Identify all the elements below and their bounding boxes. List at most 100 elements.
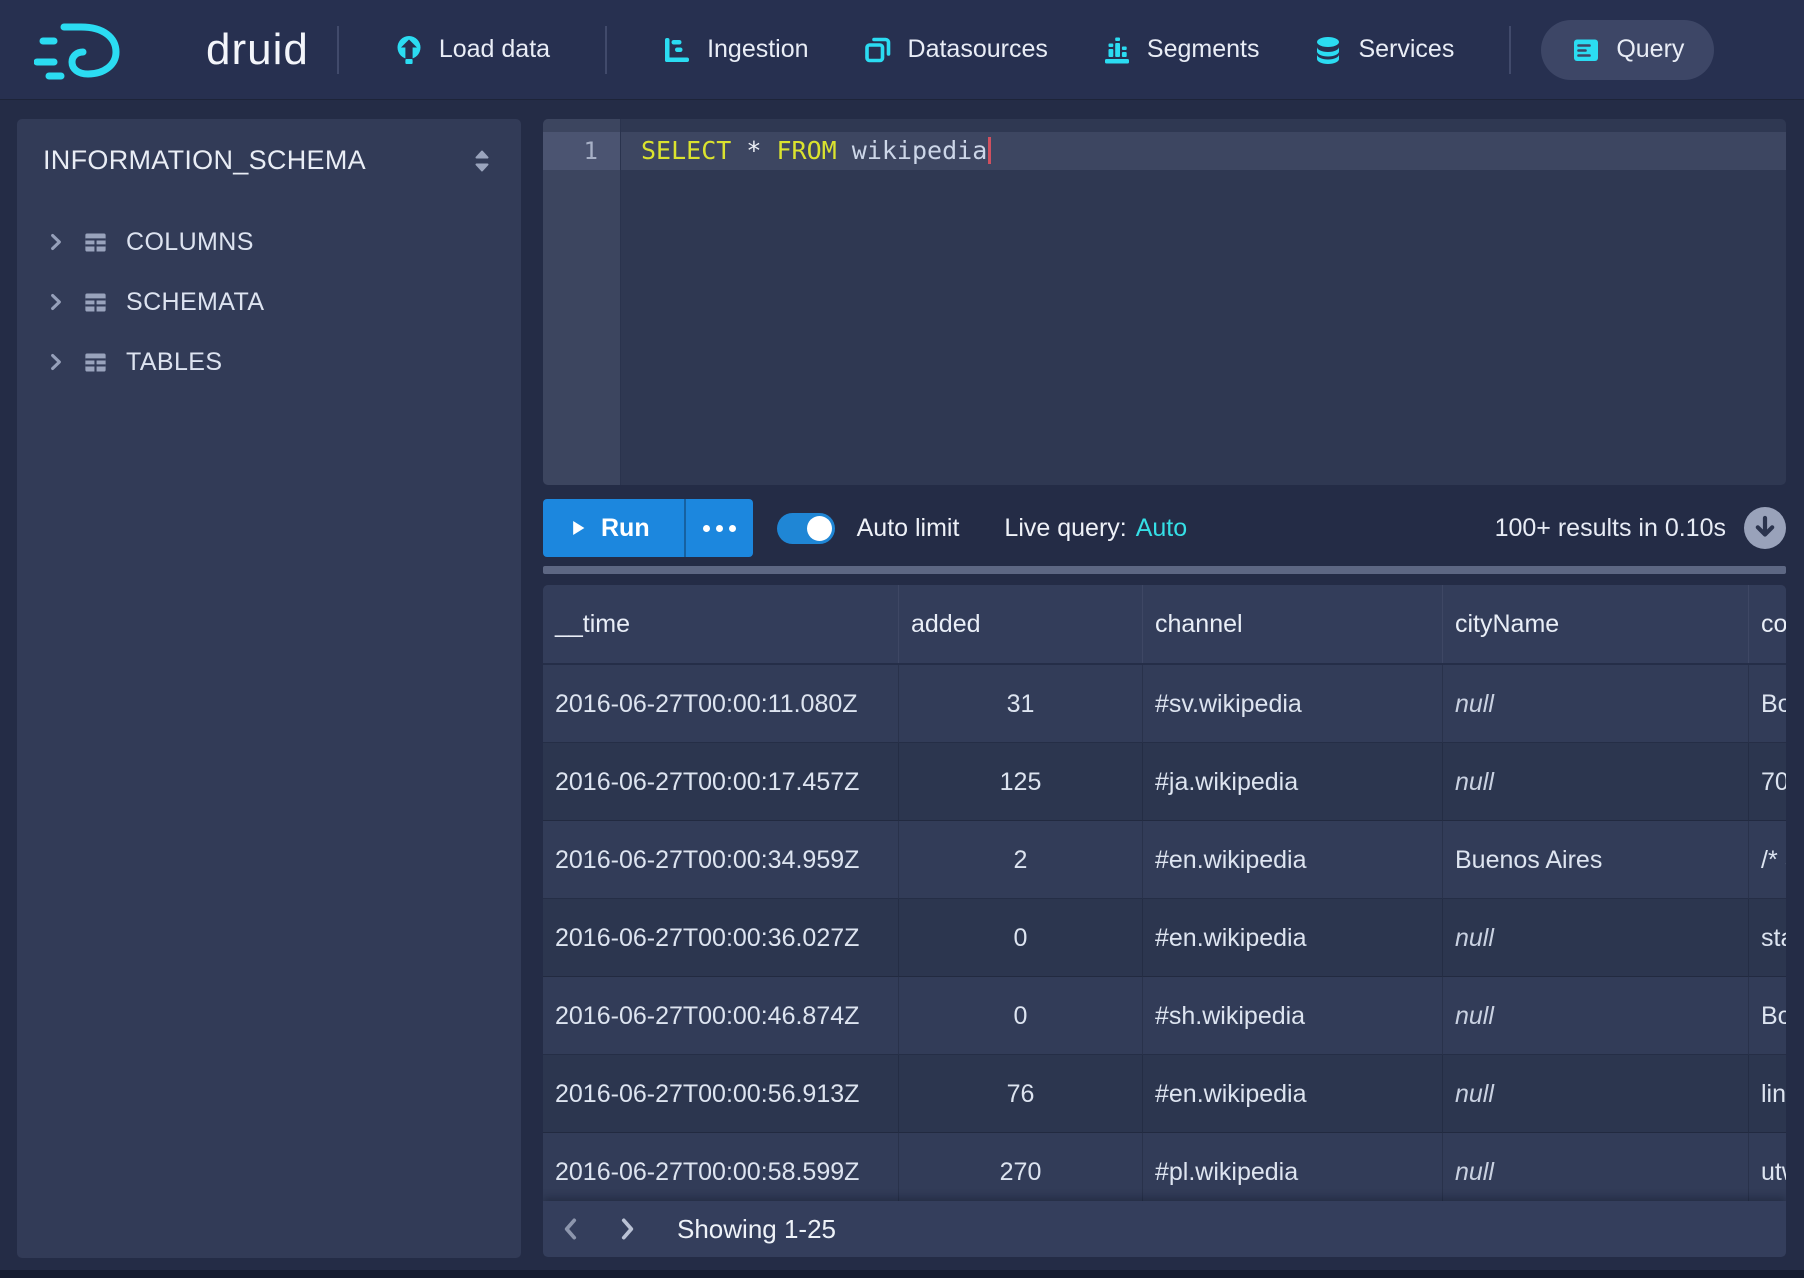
cell-comment[interactable]: Bot (1749, 665, 1786, 743)
nav-label: Load data (439, 35, 550, 64)
more-options-button[interactable] (684, 499, 753, 557)
cell-comment[interactable]: sta (1749, 899, 1786, 977)
sort-icon[interactable] (469, 146, 495, 176)
auto-limit-toggle[interactable] (777, 513, 835, 544)
previous-page-button[interactable] (543, 1201, 599, 1257)
editor-code-area[interactable]: SELECT * FROM wikipedia (621, 119, 1786, 485)
druid-console: druid Load data (0, 0, 1804, 1278)
cell-cityname[interactable]: null (1443, 977, 1749, 1055)
column-header-cityname[interactable]: cityName (1443, 585, 1749, 663)
cell-added[interactable]: 76 (899, 1055, 1143, 1133)
cell-comment[interactable]: /* S (1749, 821, 1786, 899)
auto-limit-label: Auto limit (857, 514, 960, 543)
nav-item-ingestion[interactable]: Ingestion (635, 0, 835, 99)
line-number: 1 (543, 132, 620, 170)
cell-added[interactable]: 0 (899, 899, 1143, 977)
cell-channel[interactable]: #en.wikipedia (1143, 821, 1443, 899)
query-icon (1571, 35, 1601, 65)
cell-channel[interactable]: #pl.wikipedia (1143, 1133, 1443, 1211)
tree-item-columns[interactable]: COLUMNS (17, 212, 521, 272)
cell-channel[interactable]: #sh.wikipedia (1143, 977, 1443, 1055)
cell-comment[interactable]: 70. (1749, 743, 1786, 821)
editor-gutter: 1 (543, 119, 621, 485)
nav-label: Query (1616, 35, 1684, 64)
column-header-time[interactable]: __time (543, 585, 899, 663)
nav-label: Segments (1147, 35, 1260, 64)
cell-added[interactable]: 0 (899, 977, 1143, 1055)
cell-added[interactable]: 31 (899, 665, 1143, 743)
nav-item-services[interactable]: Services (1286, 0, 1481, 99)
sql-token: * (746, 136, 761, 165)
results-body: 2016-06-27T00:00:11.080Z 31 #sv.wikipedi… (543, 665, 1786, 1211)
schema-header: INFORMATION_SCHEMA (17, 119, 521, 176)
cell-comment[interactable]: link (1749, 1055, 1786, 1133)
run-button[interactable]: Run (543, 499, 684, 557)
table-row: 2016-06-27T00:00:36.027Z 0 #en.wikipedia… (543, 899, 1786, 977)
datasources-icon (863, 35, 893, 65)
run-label: Run (601, 514, 650, 543)
cell-cityname[interactable]: null (1443, 665, 1749, 743)
services-icon (1313, 35, 1343, 65)
next-page-button[interactable] (599, 1201, 655, 1257)
schema-tree: COLUMNS SCHEMATA (17, 212, 521, 392)
column-header-comment[interactable]: comment (1749, 585, 1786, 663)
table-row: 2016-06-27T00:00:17.457Z 125 #ja.wikiped… (543, 743, 1786, 821)
cell-comment[interactable]: utw (1749, 1133, 1786, 1211)
druid-brand[interactable]: druid (34, 18, 309, 82)
cell-time[interactable]: 2016-06-27T00:00:46.874Z (543, 977, 899, 1055)
cell-cityname[interactable]: null (1443, 899, 1749, 977)
navbar-divider (1509, 26, 1511, 74)
cell-cityname[interactable]: null (1443, 1133, 1749, 1211)
nav-item-load-data[interactable]: Load data (367, 0, 577, 99)
results-footer: Showing 1-25 (543, 1201, 1786, 1257)
cell-cityname[interactable]: null (1443, 1055, 1749, 1133)
text-cursor (988, 137, 991, 164)
cell-time[interactable]: 2016-06-27T00:00:11.080Z (543, 665, 899, 743)
sql-line: SELECT * FROM wikipedia (621, 132, 1786, 170)
panel-resize-handle[interactable] (543, 566, 1786, 574)
nav-item-datasources[interactable]: Datasources (836, 0, 1075, 99)
cell-cityname[interactable]: null (1443, 743, 1749, 821)
tree-label: TABLES (126, 348, 222, 377)
table-row: 2016-06-27T00:00:46.874Z 0 #sh.wikipedia… (543, 977, 1786, 1055)
cell-time[interactable]: 2016-06-27T00:00:34.959Z (543, 821, 899, 899)
cell-added[interactable]: 270 (899, 1133, 1143, 1211)
nav-item-segments[interactable]: Segments (1075, 0, 1287, 99)
navbar-divider (337, 26, 339, 74)
cell-added[interactable]: 125 (899, 743, 1143, 821)
nav-label: Datasources (908, 35, 1048, 64)
druid-logo-icon (34, 18, 192, 82)
sql-editor[interactable]: 1 SELECT * FROM wikipedia (543, 119, 1786, 485)
cell-channel[interactable]: #en.wikipedia (1143, 899, 1443, 977)
nav-item-query[interactable]: Query (1541, 20, 1714, 80)
sql-token: FROM (777, 136, 837, 165)
schema-panel: INFORMATION_SCHEMA (17, 119, 521, 1258)
query-toolbar: Run Auto limit Live query: Auto 100+ resu… (543, 499, 1786, 557)
cell-channel[interactable]: #sv.wikipedia (1143, 665, 1443, 743)
live-query-value[interactable]: Auto (1136, 514, 1187, 542)
cell-channel[interactable]: #en.wikipedia (1143, 1055, 1443, 1133)
tree-label: COLUMNS (126, 228, 254, 257)
tree-item-schemata[interactable]: SCHEMATA (17, 272, 521, 332)
column-header-channel[interactable]: channel (1143, 585, 1443, 663)
schema-title: INFORMATION_SCHEMA (43, 145, 366, 176)
cell-comment[interactable]: Bot (1749, 977, 1786, 1055)
tree-item-tables[interactable]: TABLES (17, 332, 521, 392)
table-row: 2016-06-27T00:00:11.080Z 31 #sv.wikipedi… (543, 665, 1786, 743)
column-header-added[interactable]: added (899, 585, 1143, 663)
brand-name: druid (206, 25, 309, 75)
live-query-label: Live query: (1004, 514, 1126, 542)
cell-time[interactable]: 2016-06-27T00:00:56.913Z (543, 1055, 899, 1133)
nav-label: Ingestion (707, 35, 808, 64)
cell-added[interactable]: 2 (899, 821, 1143, 899)
cell-time[interactable]: 2016-06-27T00:00:17.457Z (543, 743, 899, 821)
cell-time[interactable]: 2016-06-27T00:00:58.599Z (543, 1133, 899, 1211)
download-button[interactable] (1744, 507, 1786, 549)
cell-time[interactable]: 2016-06-27T00:00:36.027Z (543, 899, 899, 977)
cell-channel[interactable]: #ja.wikipedia (1143, 743, 1443, 821)
chevron-right-icon (47, 353, 65, 371)
toggle-knob (807, 516, 832, 541)
results-summary: 100+ results in 0.10s (1495, 514, 1726, 543)
chevron-right-icon (47, 293, 65, 311)
cell-cityname[interactable]: Buenos Aires (1443, 821, 1749, 899)
